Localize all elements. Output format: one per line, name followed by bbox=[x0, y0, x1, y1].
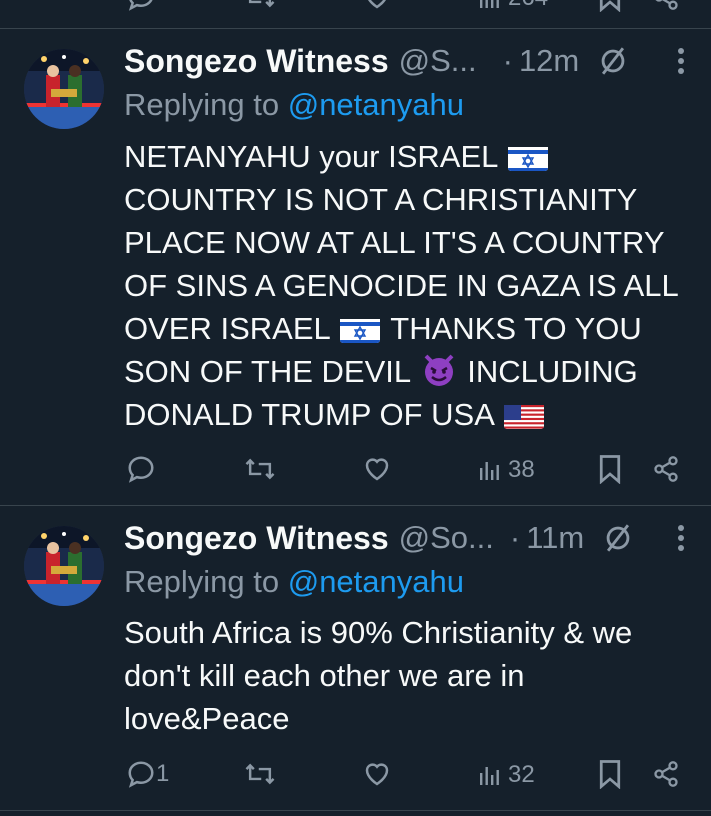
like-button[interactable] bbox=[362, 454, 392, 484]
tweet-text-line: PLACE NOW AT ALL IT'S A COUNTRY bbox=[124, 225, 665, 260]
avatar[interactable] bbox=[24, 49, 104, 129]
share-button[interactable] bbox=[652, 759, 680, 789]
tweet[interactable]: Songezo Witness @So... · 11m Replying to… bbox=[0, 506, 711, 810]
grok-icon bbox=[606, 524, 630, 552]
share-icon bbox=[655, 0, 678, 10]
views-count: 32 bbox=[508, 761, 535, 788]
tweet-text-line: love&Peace bbox=[124, 701, 290, 736]
user-handle[interactable]: @So... bbox=[399, 520, 494, 556]
replying-to: Replying to @netanyahu bbox=[124, 564, 464, 600]
avatar[interactable] bbox=[24, 526, 104, 606]
grok-button[interactable] bbox=[595, 43, 631, 79]
tweet-text-line: COUNTRY IS NOT A CHRISTIANITY bbox=[124, 182, 638, 217]
more-icon bbox=[678, 525, 684, 551]
tweet-text-line: OVER ISRAEL bbox=[124, 311, 330, 346]
replying-to-label: Replying to bbox=[124, 564, 280, 599]
more-button[interactable] bbox=[669, 41, 693, 81]
tweet-actions: 38 bbox=[0, 444, 711, 494]
share-icon bbox=[654, 761, 678, 787]
tweet-text-line: NETANYAHU your ISRAEL bbox=[124, 139, 498, 174]
tweet-text-line: OF SINS A GENOCIDE IN GAZA IS ALL bbox=[124, 268, 679, 303]
tweet-text-line: THANKS TO YOU bbox=[390, 311, 642, 346]
separator-dot: · bbox=[509, 520, 521, 555]
views-icon bbox=[480, 0, 499, 8]
reply-button[interactable] bbox=[126, 454, 156, 484]
like-icon bbox=[368, 0, 386, 9]
usa-flag-emoji bbox=[503, 401, 544, 429]
like-icon bbox=[365, 458, 389, 481]
views-icon bbox=[480, 462, 499, 480]
user-handle[interactable]: @S... bbox=[399, 43, 477, 79]
like-button[interactable] bbox=[362, 0, 392, 12]
share-button[interactable] bbox=[652, 0, 680, 12]
mention-link[interactable]: @netanyahu bbox=[288, 564, 464, 599]
timestamp[interactable]: 12m bbox=[519, 43, 579, 79]
reply-icon bbox=[128, 0, 153, 11]
display-name[interactable]: Songezo Witness bbox=[124, 43, 389, 80]
tweet-text-line: don't kill each other we are in bbox=[124, 658, 525, 693]
display-name[interactable]: Songezo Witness bbox=[124, 520, 389, 557]
retweet-button[interactable] bbox=[244, 454, 276, 484]
reply-icon bbox=[128, 761, 154, 788]
views-count: 264 bbox=[508, 0, 548, 12]
reply-button[interactable]: 1 bbox=[126, 759, 169, 789]
bookmark-icon bbox=[599, 455, 621, 484]
grok-button[interactable] bbox=[600, 520, 636, 556]
views-button[interactable]: 38 bbox=[478, 456, 535, 484]
israel-flag-emoji bbox=[340, 315, 381, 343]
previous-tweet-actions: 264 bbox=[0, 0, 711, 28]
grok-icon bbox=[601, 47, 625, 75]
retweet-button[interactable] bbox=[244, 0, 276, 12]
bookmark-button[interactable] bbox=[597, 0, 623, 12]
retweet-icon bbox=[245, 763, 275, 785]
views-icon bbox=[480, 767, 499, 785]
tweet-text-line: DONALD TRUMP OF USA bbox=[124, 397, 494, 432]
timestamp[interactable]: 11m bbox=[526, 520, 584, 556]
retweet-button[interactable] bbox=[244, 759, 276, 789]
reply-count: 1 bbox=[156, 760, 170, 787]
replying-to: Replying to @netanyahu bbox=[124, 87, 464, 123]
retweet-icon bbox=[245, 458, 275, 480]
bookmark-button[interactable] bbox=[597, 759, 623, 789]
retweet-icon bbox=[248, 0, 275, 8]
bookmark-button[interactable] bbox=[597, 454, 623, 484]
mention-link[interactable]: @netanyahu bbox=[288, 87, 464, 122]
bookmark-icon bbox=[599, 0, 621, 12]
tweet-text-line: SON OF THE DEVIL bbox=[124, 354, 410, 389]
separator-dot: · bbox=[502, 43, 513, 78]
israel-flag-emoji bbox=[507, 143, 548, 171]
replying-to-label: Replying to bbox=[124, 87, 280, 122]
views-count: 38 bbox=[508, 456, 535, 483]
share-icon bbox=[654, 456, 678, 482]
tweet-text-line: South Africa is 90% Christianity & we bbox=[124, 615, 633, 650]
tweet-actions: 1 32 bbox=[0, 749, 711, 799]
tweet[interactable]: Songezo Witness @S... · 12m Replying to … bbox=[0, 29, 711, 505]
more-button[interactable] bbox=[669, 518, 693, 558]
divider bbox=[0, 810, 711, 811]
tweet-text: NETANYAHU your ISRAEL COUNTRY IS NOT A C… bbox=[124, 135, 699, 436]
bookmark-icon bbox=[599, 760, 621, 789]
like-button[interactable] bbox=[362, 759, 392, 789]
more-icon bbox=[678, 48, 684, 74]
smiling-imp-emoji bbox=[421, 352, 457, 388]
reply-icon bbox=[128, 456, 154, 483]
views-button[interactable]: 32 bbox=[478, 761, 535, 789]
share-button[interactable] bbox=[652, 454, 680, 484]
reply-button[interactable] bbox=[126, 0, 156, 12]
tweet-text: South Africa is 90% Christianity & we do… bbox=[124, 611, 699, 740]
tweet-text-line: INCLUDING bbox=[467, 354, 638, 389]
like-icon bbox=[365, 763, 389, 786]
views-button[interactable]: 264 bbox=[478, 0, 548, 12]
